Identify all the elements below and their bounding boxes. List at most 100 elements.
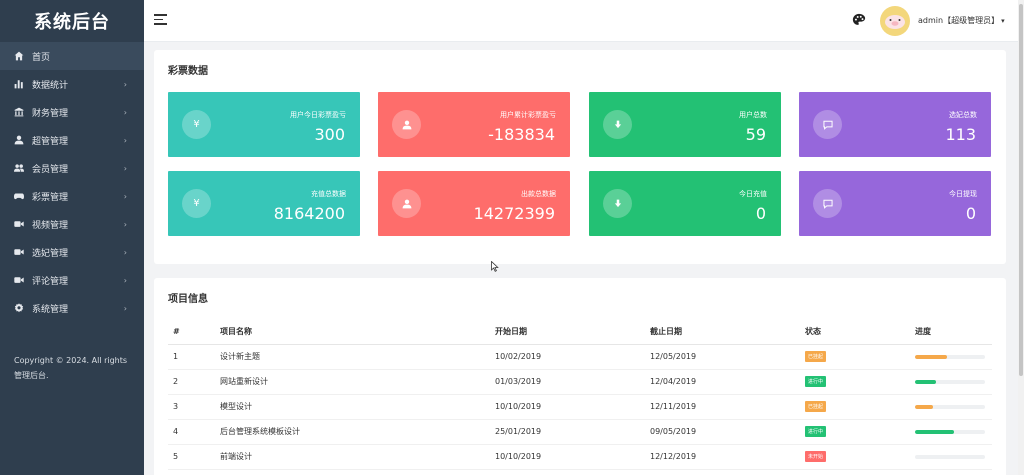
status-cell: 已挂起 xyxy=(800,344,910,370)
panel-title: 项目信息 xyxy=(168,294,208,305)
status-badge: 已挂起 xyxy=(805,401,827,412)
stat-card: 今日提现 0 xyxy=(799,171,991,236)
chevron-right-icon: › xyxy=(123,163,127,173)
start-date: 25/01/2019 xyxy=(490,419,645,445)
video-icon xyxy=(13,247,24,258)
home-icon xyxy=(13,51,24,62)
sidebar-item-6[interactable]: 视频管理 › xyxy=(0,210,144,238)
sidebar-menu: 首页 数据统计 › 财务管理 › 超管管理 › 会员管理 › 彩票管理 › 视频管理 › 选妃管理 › 评论管… xyxy=(0,42,144,322)
sidebar-item-label: 彩票管理 xyxy=(32,192,69,203)
end-date: 12/12/2019 xyxy=(645,444,800,470)
chevron-right-icon: › xyxy=(123,191,127,201)
chevron-right-icon: › xyxy=(123,107,127,117)
stat-card-icon: ¥ xyxy=(182,189,211,218)
progress-fill xyxy=(915,429,954,434)
sidebar-item-label: 系统管理 xyxy=(32,304,69,315)
chevron-right-icon: › xyxy=(123,303,127,313)
menu-toggle-icon[interactable] xyxy=(154,14,167,26)
column-header: 项目名称 xyxy=(215,320,490,345)
chevron-right-icon: › xyxy=(123,219,127,229)
stat-card: 用户累计彩票盈亏 -183834 xyxy=(378,92,570,157)
sidebar-item-2[interactable]: 财务管理 › xyxy=(0,98,144,126)
stat-card-label: 用户总数 xyxy=(739,111,767,119)
stat-card-icon xyxy=(813,110,842,139)
status-badge: 进行中 xyxy=(805,376,827,387)
start-date: 10/02/2019 xyxy=(490,344,645,370)
stat-card-label: 今日充值 xyxy=(739,190,767,198)
sidebar-item-7[interactable]: 选妃管理 › xyxy=(0,238,144,266)
stat-card-value: -183834 xyxy=(488,125,555,144)
panel-title: 彩票数据 xyxy=(168,66,208,77)
user-menu[interactable]: admin【超级管理员】 ▾ xyxy=(918,15,1005,26)
sidebar-item-label: 评论管理 xyxy=(32,276,69,287)
table-header-row: # 项目名称 开始日期 截止日期 状态 进度 xyxy=(168,320,992,345)
avatar[interactable] xyxy=(880,6,910,36)
progress-bar xyxy=(915,429,985,434)
row-id: 5 xyxy=(168,444,215,470)
comment-icon xyxy=(822,120,833,130)
yen-icon: ¥ xyxy=(193,198,200,209)
sidebar-item-5[interactable]: 彩票管理 › xyxy=(0,182,144,210)
sidebar-item-3[interactable]: 超管管理 › xyxy=(0,126,144,154)
status-cell: 进行中 xyxy=(800,419,910,445)
comment-icon xyxy=(822,199,833,209)
column-header: 开始日期 xyxy=(490,320,645,345)
stat-card-label: 充值总数据 xyxy=(311,190,346,198)
project-name: 设计新主题 xyxy=(215,344,490,370)
progress-cell xyxy=(910,394,992,420)
sidebar-item-label: 首页 xyxy=(32,52,51,63)
bank-icon xyxy=(13,107,24,118)
stat-card-icon: ¥ xyxy=(182,110,211,139)
progress-cell xyxy=(910,419,992,445)
users-icon xyxy=(13,163,24,174)
sidebar-item-4[interactable]: 会员管理 › xyxy=(0,154,144,182)
stat-card: 出款总数据 14272399 xyxy=(378,171,570,236)
status-cell: 进行中 xyxy=(800,369,910,395)
sidebar-item-label: 超管管理 xyxy=(32,136,69,147)
sidebar-item-1[interactable]: 数据统计 › xyxy=(0,70,144,98)
end-date: 09/05/2019 xyxy=(645,419,800,445)
status-cell: 未开始 xyxy=(800,444,910,470)
stat-card-icon xyxy=(603,189,632,218)
status-badge: 未开始 xyxy=(805,451,827,462)
sidebar-item-9[interactable]: 系统管理 › xyxy=(0,294,144,322)
pig-avatar-icon xyxy=(885,15,905,29)
stat-card-label: 今日提现 xyxy=(949,190,977,198)
user-label: admin【超级管理员】 xyxy=(918,16,1000,25)
stat-card-value: 300 xyxy=(314,125,345,144)
table-row: 4 后台管理系统模板设计 25/01/2019 09/05/2019 进行中 xyxy=(168,419,992,445)
progress-bar xyxy=(915,354,985,359)
lottery-stats-panel: 彩票数据 ¥ 用户今日彩票盈亏 300 用户累计彩票盈亏 -183834 用户总数 59 选妃… xyxy=(154,50,1006,264)
sidebar-item-0[interactable]: 首页 xyxy=(0,42,144,70)
status-badge: 已挂起 xyxy=(805,351,827,362)
stat-card-value: 0 xyxy=(965,204,976,223)
project-name: 网站重新设计 xyxy=(215,369,490,395)
end-date: 12/04/2019 xyxy=(645,369,800,395)
chevron-right-icon: › xyxy=(123,247,127,257)
sidebar-item-label: 数据统计 xyxy=(32,80,69,91)
progress-bar xyxy=(915,404,985,409)
column-header: # xyxy=(168,320,215,345)
stat-card-label: 出款总数据 xyxy=(521,190,556,198)
bar-chart-icon xyxy=(13,79,24,90)
sidebar-item-8[interactable]: 评论管理 › xyxy=(0,266,144,294)
project-name: 前端设计 xyxy=(215,444,490,470)
scrollbar-thumb[interactable] xyxy=(1019,4,1023,376)
sidebar-item-label: 会员管理 xyxy=(32,164,69,175)
table-row: 2 网站重新设计 01/03/2019 12/04/2019 进行中 xyxy=(168,369,992,395)
brand-title: 系统后台 xyxy=(0,0,144,42)
column-header: 截止日期 xyxy=(645,320,800,345)
row-id: 4 xyxy=(168,419,215,445)
sidebar-item-label: 视频管理 xyxy=(32,220,69,231)
chevron-down-icon: ▾ xyxy=(1001,17,1005,25)
stat-card-value: 59 xyxy=(745,125,766,144)
row-id: 2 xyxy=(168,369,215,395)
topbar: admin【超级管理员】 ▾ xyxy=(144,0,1018,42)
download-icon xyxy=(614,199,621,207)
progress-cell xyxy=(910,444,992,470)
end-date: 12/05/2019 xyxy=(645,344,800,370)
stat-card: 今日充值 0 xyxy=(589,171,781,236)
palette-icon[interactable] xyxy=(852,13,866,27)
stat-card: 用户总数 59 xyxy=(589,92,781,157)
sidebar: 系统后台 首页 数据统计 › 财务管理 › 超管管理 › 会员管理 › 彩票管理 › 视频管理 › 选妃管… xyxy=(0,0,144,475)
